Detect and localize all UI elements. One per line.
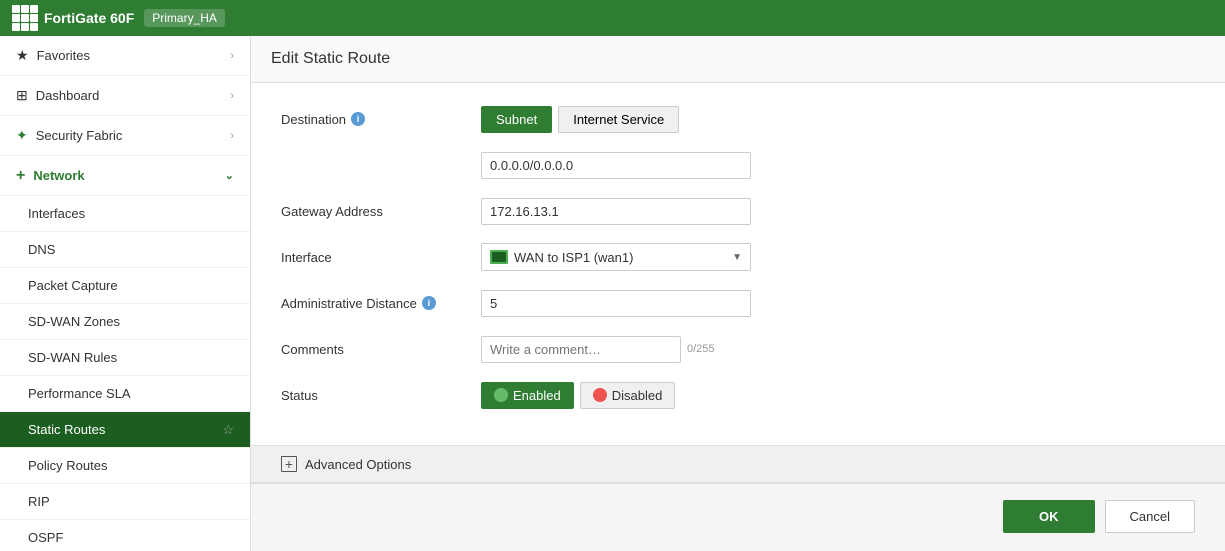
sidebar-item-favorites[interactable]: ★ Favorites ›: [0, 36, 250, 76]
sidebar-item-dashboard[interactable]: ⊞ Dashboard ›: [0, 76, 250, 116]
comments-input-area: 0/255: [481, 336, 1195, 363]
advanced-options-section[interactable]: + Advanced Options: [251, 445, 1225, 483]
subnet-input[interactable]: [481, 152, 751, 179]
disabled-icon: [593, 388, 607, 402]
grid-icon: ⊞: [16, 87, 28, 104]
destination-controls: Subnet Internet Service: [481, 106, 1195, 133]
gateway-row: Gateway Address: [281, 195, 1195, 227]
status-row: Status Enabled Disabled: [281, 379, 1195, 411]
cancel-button[interactable]: Cancel: [1105, 500, 1195, 533]
fabric-icon: ✦: [16, 127, 28, 144]
sidebar-item-security-fabric[interactable]: ✦ Security Fabric ›: [0, 116, 250, 156]
interface-value: WAN to ISP1 (wan1): [514, 250, 726, 265]
admin-distance-input[interactable]: [481, 290, 751, 317]
gateway-label: Gateway Address: [281, 204, 481, 219]
sidebar-item-label: SD-WAN Rules: [28, 350, 117, 365]
logo-grid-icon: [12, 5, 38, 31]
dropdown-arrow-icon: ▼: [732, 252, 742, 263]
char-count: 0/255: [687, 343, 715, 355]
sidebar-item-sdwan-rules[interactable]: SD-WAN Rules: [0, 340, 250, 376]
sidebar-item-label: Performance SLA: [28, 386, 131, 401]
internet-service-tab[interactable]: Internet Service: [558, 106, 679, 133]
sidebar-item-packet-capture[interactable]: Packet Capture: [0, 268, 250, 304]
edit-form: Destination i Subnet Internet Service Ga…: [251, 83, 1225, 445]
sidebar-item-label: OSPF: [28, 530, 63, 545]
sidebar-item-label: Static Routes: [28, 422, 105, 437]
admin-distance-row: Administrative Distance i: [281, 287, 1195, 319]
interface-icon: [490, 250, 508, 264]
sidebar-item-dns[interactable]: DNS: [0, 232, 250, 268]
chevron-right-icon: ›: [230, 50, 234, 62]
disabled-label: Disabled: [612, 388, 663, 403]
admin-distance-label: Administrative Distance i: [281, 296, 481, 311]
sidebar-item-policy-routes[interactable]: Policy Routes: [0, 448, 250, 484]
ok-button[interactable]: OK: [1003, 500, 1095, 533]
hostname-badge: Primary_HA: [144, 9, 225, 27]
gateway-input-area: [481, 198, 1195, 225]
interface-select[interactable]: WAN to ISP1 (wan1) ▼: [481, 243, 751, 271]
star-icon: ★: [16, 47, 29, 64]
chevron-down-icon: ⌄: [225, 169, 234, 182]
plus-icon: +: [281, 456, 297, 472]
sidebar-item-label: Policy Routes: [28, 458, 107, 473]
sidebar-item-static-routes[interactable]: Static Routes ☆: [0, 412, 250, 448]
form-footer: OK Cancel: [251, 483, 1225, 549]
network-icon: +: [16, 167, 25, 185]
gateway-input[interactable]: [481, 198, 751, 225]
subnet-input-area: [481, 152, 1195, 179]
app-logo: FortiGate 60F: [12, 5, 134, 31]
comments-row: Comments 0/255: [281, 333, 1195, 365]
sidebar-item-network[interactable]: + Network ⌄: [0, 156, 250, 196]
sidebar-item-label: Packet Capture: [28, 278, 118, 293]
sidebar-item-ospf[interactable]: OSPF: [0, 520, 250, 551]
sidebar-item-label: RIP: [28, 494, 50, 509]
status-buttons: Enabled Disabled: [481, 382, 1195, 409]
sidebar-item-label: Security Fabric: [36, 128, 123, 143]
sidebar-item-label: Favorites: [37, 48, 90, 63]
enabled-label: Enabled: [513, 388, 561, 403]
destination-info-icon[interactable]: i: [351, 112, 365, 126]
sidebar-item-label: Interfaces: [28, 206, 85, 221]
advanced-options-label: Advanced Options: [305, 457, 411, 472]
status-disabled-button[interactable]: Disabled: [580, 382, 676, 409]
status-label: Status: [281, 388, 481, 403]
chevron-right-icon: ›: [230, 90, 234, 102]
sidebar-item-interfaces[interactable]: Interfaces: [0, 196, 250, 232]
sidebar-item-label: SD-WAN Zones: [28, 314, 120, 329]
status-enabled-button[interactable]: Enabled: [481, 382, 574, 409]
admin-distance-input-area: [481, 290, 1195, 317]
favorite-star-icon[interactable]: ☆: [222, 422, 234, 438]
subnet-row: [281, 149, 1195, 181]
sidebar-item-label: DNS: [28, 242, 55, 257]
sidebar-item-label: Network: [33, 168, 84, 183]
page-title: Edit Static Route: [251, 36, 1225, 83]
app-name: FortiGate 60F: [44, 10, 134, 26]
main-layout: ★ Favorites › ⊞ Dashboard › ✦ Security F…: [0, 36, 1225, 551]
topbar: FortiGate 60F Primary_HA: [0, 0, 1225, 36]
interface-select-area: WAN to ISP1 (wan1) ▼: [481, 243, 1195, 271]
subnet-tab[interactable]: Subnet: [481, 106, 552, 133]
sidebar-item-performance-sla[interactable]: Performance SLA: [0, 376, 250, 412]
destination-row: Destination i Subnet Internet Service: [281, 103, 1195, 135]
enabled-icon: [494, 388, 508, 402]
interface-row: Interface WAN to ISP1 (wan1) ▼: [281, 241, 1195, 273]
destination-label: Destination i: [281, 112, 481, 127]
sidebar-item-rip[interactable]: RIP: [0, 484, 250, 520]
chevron-right-icon: ›: [230, 130, 234, 142]
interface-label: Interface: [281, 250, 481, 265]
sidebar-item-sdwan-zones[interactable]: SD-WAN Zones: [0, 304, 250, 340]
comments-input[interactable]: [481, 336, 681, 363]
sidebar-item-label: Dashboard: [36, 88, 100, 103]
admin-distance-info-icon[interactable]: i: [422, 296, 436, 310]
sidebar: ★ Favorites › ⊞ Dashboard › ✦ Security F…: [0, 36, 251, 551]
comments-label: Comments: [281, 342, 481, 357]
content-area: Edit Static Route Destination i Subnet I…: [251, 36, 1225, 551]
